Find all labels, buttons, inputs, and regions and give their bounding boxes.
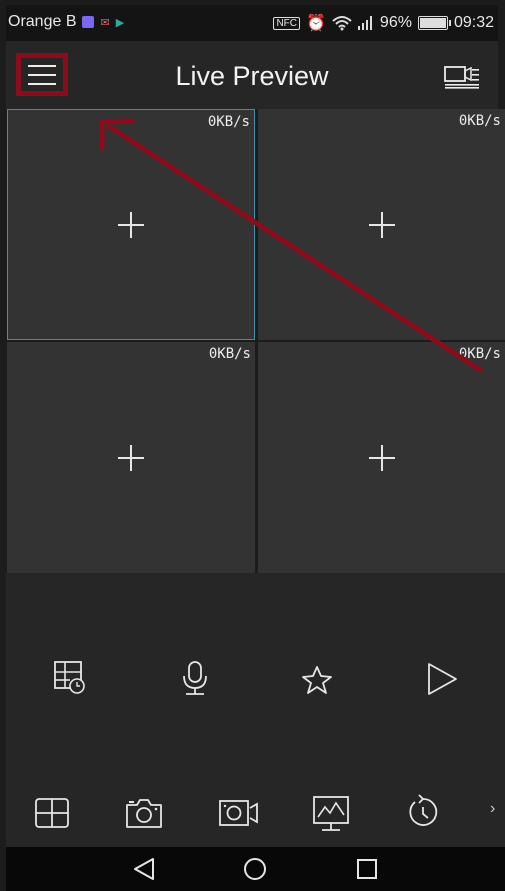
annotation-arrow — [99, 118, 483, 373]
